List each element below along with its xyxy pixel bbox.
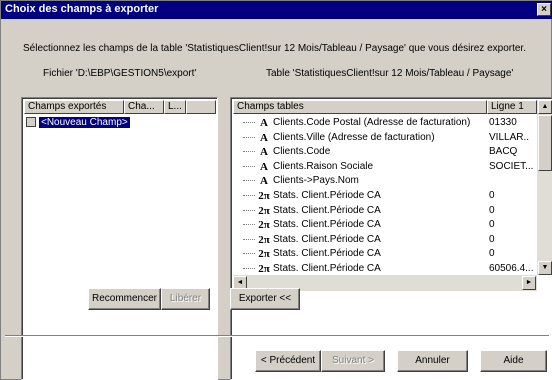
column-header-line-1[interactable]: Ligne 1 [487,100,537,114]
tree-connector [243,218,255,226]
table-row[interactable]: A Clients.Code Postal (Adresse de factura… [233,116,533,130]
recommencer-label: Recommencer [91,293,158,304]
exported-fields-list[interactable]: Champs exportés Cha... L... <Nouveau Cha… [21,97,218,380]
numeric-type-icon: 2π [258,190,270,202]
field-value: 60506.4... [489,263,534,274]
annuler-button[interactable]: Annuler [397,350,468,372]
scroll-right-icon[interactable]: ► [522,276,536,290]
source-table-label: Table 'StatistiquesClient!sur 12 Mois/Ta… [266,68,514,79]
field-name: Stats. Client.Période CA [273,233,381,245]
numeric-type-icon: 2π [258,263,270,275]
field-name: Clients->Pays.Nom [273,175,359,187]
table-row[interactable]: 2πStats. Client.Période CA 0 [233,218,533,232]
numeric-type-icon: 2π [258,248,270,261]
aide-button[interactable]: Aide [480,350,547,372]
numeric-type-icon: 2π [258,219,270,232]
table-row[interactable]: 2πStats. Client.Période CA 0 [233,189,533,203]
footer-divider [5,335,549,337]
aide-label: Aide [503,355,524,366]
field-name: Clients.Code Postal (Adresse de facturat… [273,117,471,128]
tree-connector [243,145,255,153]
field-value: 0 [489,248,495,260]
export-file-label: Fichier 'D:\EBP\GESTION5\export' [43,68,197,79]
field-value: 0 [489,204,495,216]
tree-connector [243,247,255,255]
export-fields-dialog: Choix des champs à exporter × Sélectionn… [0,0,552,380]
table-row[interactable]: 2π Stats. Client.Période CA 60506.4... [233,262,533,276]
recommencer-button[interactable]: Recommencer [88,288,161,310]
precedent-button[interactable]: < Précédent [255,350,321,372]
field-value: 01330 [489,117,517,128]
field-value: VILLAR.. [489,131,530,143]
text-type-icon: A [260,117,268,129]
scroll-up-icon[interactable]: ▲ [538,100,552,114]
numeric-type-icon: 2π [258,233,270,246]
scroll-down-icon[interactable]: ▼ [538,261,552,275]
field-value: 0 [489,219,495,231]
window-title: Choix des champs à exporter [5,3,159,15]
field-value: SOCIET... [489,160,534,172]
tree-connector [243,204,255,211]
table-row[interactable]: 2πStats. Client.Période CA 0 [233,247,533,261]
field-name: Stats. Client.Période CA [273,190,381,201]
tree-connector [243,189,255,196]
text-type-icon: A [260,160,268,173]
exporter-button[interactable]: Exporter << [230,288,300,310]
tree-connector [243,233,255,240]
annuler-label: Annuler [415,355,450,366]
field-name: Clients.Code [273,146,331,158]
tree-connector [243,160,255,167]
field-name: Stats. Client.Période CA [273,219,381,231]
tree-connector [243,262,255,269]
title-bar: Choix des champs à exporter × [1,1,552,19]
liberer-label: Libérer [169,293,202,304]
field-name: Stats. Client.Période CA [273,263,381,274]
table-row[interactable]: A Clients.Code BACQ [233,145,533,159]
instruction-text: Sélectionnez les champs de la table 'Sta… [23,43,526,54]
field-value: 0 [489,233,495,245]
new-field-label: <Nouveau Champ> [39,117,130,128]
exporter-label: Exporter << [238,293,292,304]
field-value: 0 [489,190,495,201]
column-header-filler [186,100,216,114]
tree-connector [243,174,255,182]
field-name: Clients.Ville (Adresse de facturation) [273,131,435,143]
close-icon[interactable]: × [537,3,551,16]
precedent-label: < Précédent [260,355,316,366]
list-item[interactable]: <Nouveau Champ> [24,116,130,130]
column-header-exported-fields[interactable]: Champs exportés [24,100,124,114]
tree-connector [243,116,255,123]
table-row[interactable]: 2πStats. Client.Période CA 0 [233,204,533,218]
field-name: Stats. Client.Période CA [273,248,381,260]
column-header-table-fields[interactable]: Champs tables [233,100,487,114]
tree-connector [243,131,255,138]
suivant-button[interactable]: Suivant > [321,350,385,372]
table-row[interactable]: 2πStats. Client.Période CA 0 [233,233,533,247]
new-field-icon [26,117,36,128]
text-type-icon: A [260,146,268,159]
text-type-icon: A [260,131,268,144]
field-name: Clients.Raison Sociale [273,160,374,172]
table-row[interactable]: A Clients.Raison Sociale SOCIET... [233,160,533,174]
column-header-cha[interactable]: Cha... [124,100,164,114]
table-row[interactable]: A Clients->Pays.Nom [233,174,533,188]
field-name: Stats. Client.Période CA [273,204,381,216]
text-type-icon: A [260,175,268,188]
scroll-thumb[interactable] [538,115,552,171]
table-row[interactable]: A Clients.Ville (Adresse de facturation) V… [233,131,533,145]
column-header-l[interactable]: L... [164,100,186,114]
numeric-type-icon: 2π [258,204,270,217]
field-value: BACQ [489,146,518,158]
table-fields-list[interactable]: Champs tables Ligne 1 A Clients.Code Post… [230,97,552,380]
liberer-button[interactable]: Libérer [161,288,210,310]
suivant-label: Suivant > [332,355,374,366]
